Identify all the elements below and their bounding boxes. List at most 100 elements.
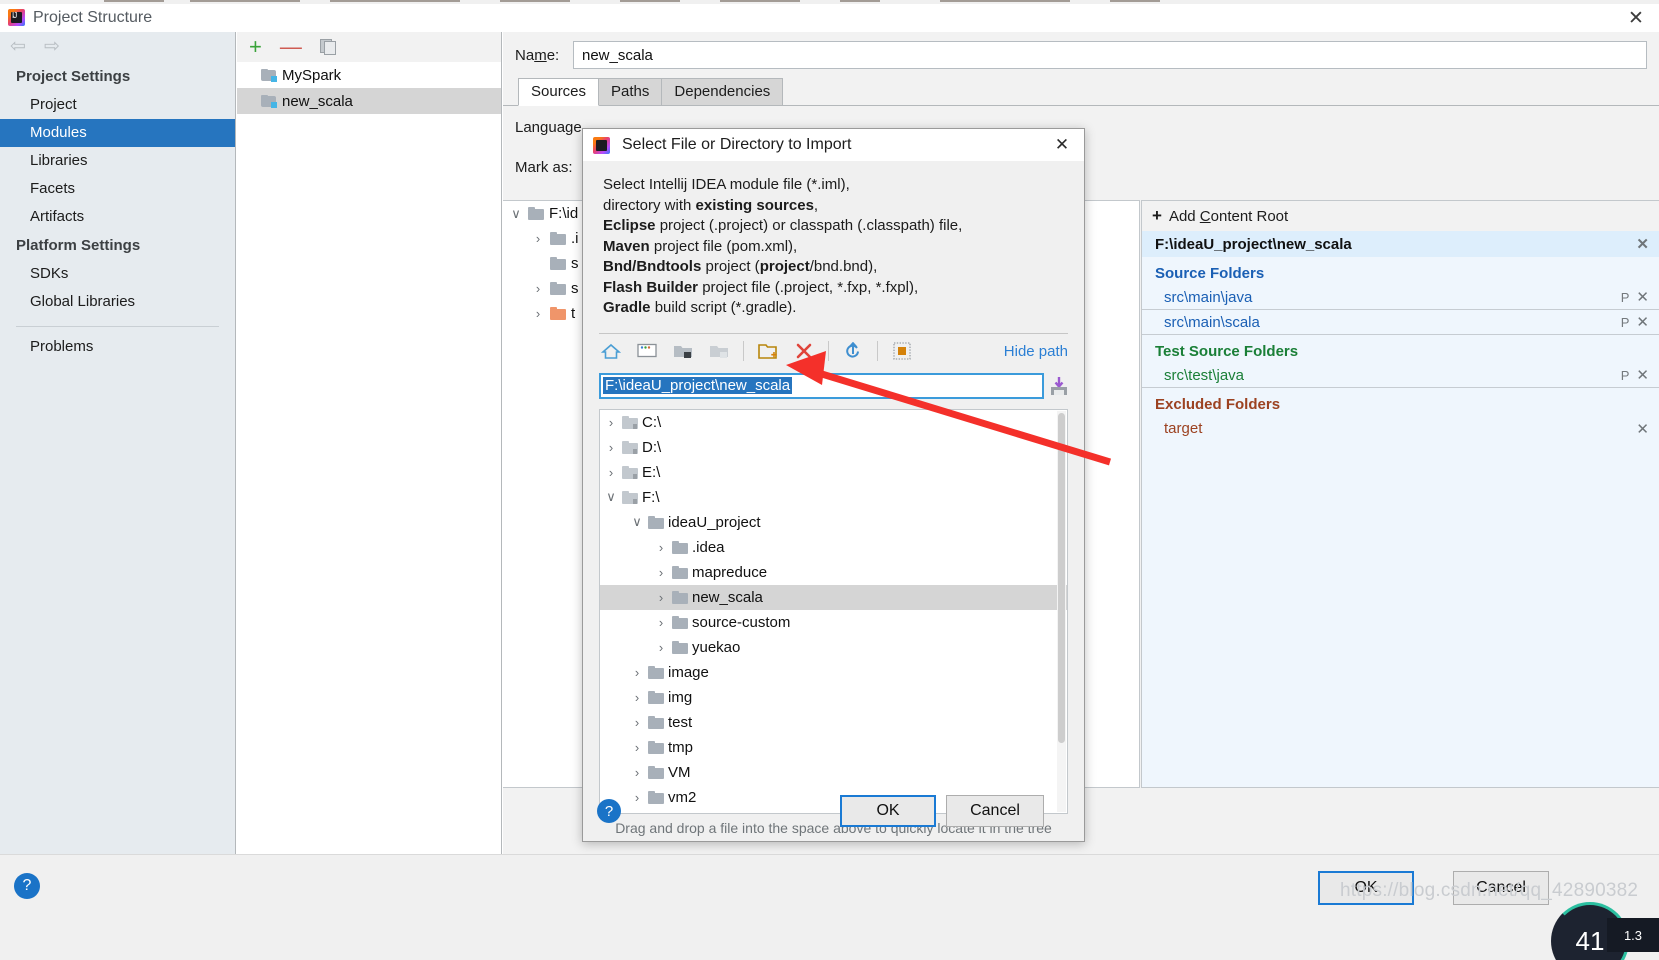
forward-arrow-icon[interactable]: ⇨: [44, 37, 64, 56]
module-list-item-new-scala[interactable]: new_scala: [237, 88, 501, 114]
tree-item-vm[interactable]: › VM: [600, 760, 1067, 785]
chevron-right-icon[interactable]: ›: [531, 281, 545, 296]
dialog-cancel-button[interactable]: Cancel: [946, 795, 1044, 827]
module-list-item-myspark[interactable]: MySpark: [237, 62, 501, 88]
chevron-down-icon[interactable]: ∨: [630, 514, 644, 530]
chevron-right-icon[interactable]: ›: [604, 465, 618, 480]
sidebar-item-problems[interactable]: Problems: [0, 333, 235, 361]
dialog-close-icon[interactable]: ✕: [1040, 129, 1084, 161]
remove-content-root-icon[interactable]: ✕: [1636, 235, 1659, 253]
module-dir-icon[interactable]: [707, 340, 731, 362]
chevron-right-icon[interactable]: ›: [654, 640, 668, 655]
chevron-right-icon[interactable]: ›: [630, 765, 644, 780]
chevron-right-icon[interactable]: ›: [531, 231, 545, 246]
chevron-right-icon[interactable]: ›: [654, 590, 668, 605]
chevron-right-icon[interactable]: ›: [630, 690, 644, 705]
sidebar-item-project[interactable]: Project: [0, 91, 235, 119]
tree-item-label: C:\: [642, 413, 662, 431]
folder-icon: [648, 515, 664, 529]
tree-item-new-scala[interactable]: › new_scala: [600, 584, 1067, 610]
path-input[interactable]: F:\ideaU_project\new_scala: [599, 372, 1044, 399]
tree-item-c-drive[interactable]: › C:\: [600, 410, 1067, 435]
help-icon[interactable]: ?: [14, 873, 40, 899]
tab-paths[interactable]: Paths: [598, 78, 663, 105]
home-icon[interactable]: [599, 340, 623, 362]
remove-source-folder-icon[interactable]: ✕: [1636, 288, 1649, 306]
back-arrow-icon[interactable]: ⇦: [10, 37, 30, 56]
scrollbar-thumb[interactable]: [1058, 412, 1065, 743]
project-dir-icon[interactable]: [671, 340, 695, 362]
file-tree-scrollbar[interactable]: [1057, 410, 1066, 812]
tab-sources[interactable]: Sources: [518, 78, 600, 106]
sidebar-item-libraries[interactable]: Libraries: [0, 147, 235, 175]
desc-line: Gradle build script (*.gradle).: [603, 299, 797, 316]
file-tree[interactable]: › C:\ › D:\ › E:\ ∨ F:\ ∨ ideaU_project …: [599, 408, 1068, 814]
source-folder-entry[interactable]: src\main\java P ✕: [1142, 285, 1659, 310]
tree-item-image[interactable]: › image: [600, 660, 1067, 685]
package-prefix-icon[interactable]: P: [1621, 368, 1630, 383]
chevron-right-icon[interactable]: ›: [604, 415, 618, 430]
tree-item-mapreduce[interactable]: › mapreduce: [600, 560, 1067, 585]
remove-source-folder-icon[interactable]: ✕: [1636, 313, 1649, 331]
tree-item-img[interactable]: › img: [600, 685, 1067, 710]
chevron-right-icon[interactable]: ›: [630, 740, 644, 755]
folder-icon: [672, 565, 688, 579]
tree-item-label: yuekao: [692, 638, 741, 656]
new-folder-icon[interactable]: [756, 340, 780, 362]
refresh-icon[interactable]: [841, 340, 865, 362]
chevron-right-icon[interactable]: ›: [654, 540, 668, 555]
folder-icon: [648, 665, 664, 679]
sidebar-item-facets[interactable]: Facets: [0, 175, 235, 203]
hide-path-link[interactable]: Hide path: [1004, 343, 1068, 360]
show-hidden-files-icon[interactable]: [890, 340, 914, 362]
add-module-button[interactable]: +: [249, 36, 262, 58]
package-prefix-icon[interactable]: P: [1621, 315, 1630, 330]
sidebar-item-sdks[interactable]: SDKs: [0, 260, 235, 288]
tab-dependencies[interactable]: Dependencies: [661, 78, 784, 105]
content-root-path-row[interactable]: F:\ideaU_project\new_scala ✕: [1142, 231, 1659, 257]
tree-item-e-drive[interactable]: › E:\: [600, 460, 1067, 485]
tree-item-yuekao[interactable]: › yuekao: [600, 635, 1067, 660]
excluded-folder-entry[interactable]: target ✕: [1142, 416, 1659, 441]
chevron-right-icon[interactable]: ›: [531, 306, 545, 321]
tree-item-d-drive[interactable]: › D:\: [600, 435, 1067, 460]
sidebar-item-modules[interactable]: Modules: [0, 119, 235, 147]
package-prefix-icon[interactable]: P: [1621, 290, 1630, 305]
module-name-input[interactable]: new_scala: [573, 41, 1647, 69]
tree-item-source-custom[interactable]: › source-custom: [600, 610, 1067, 635]
test-source-folder-entry[interactable]: src\test\java P ✕: [1142, 363, 1659, 388]
tree-item-test[interactable]: › test: [600, 710, 1067, 735]
chevron-down-icon[interactable]: ∨: [604, 489, 618, 505]
chevron-right-icon[interactable]: ›: [630, 715, 644, 730]
sidebar-item-global-libraries[interactable]: Global Libraries: [0, 288, 235, 316]
dialog-toolbar: Hide path: [599, 332, 1068, 369]
chevron-right-icon[interactable]: ›: [604, 440, 618, 455]
tree-item-tmp[interactable]: › tmp: [600, 735, 1067, 760]
sidebar-item-artifacts[interactable]: Artifacts: [0, 203, 235, 231]
remove-test-source-folder-icon[interactable]: ✕: [1636, 366, 1649, 384]
add-content-root-button[interactable]: + Add Content Root: [1142, 201, 1659, 231]
tree-item-label: image: [668, 663, 709, 681]
folder-icon: [672, 540, 688, 554]
folder-icon: [648, 715, 664, 729]
tree-item-label: VM: [668, 763, 691, 781]
source-folder-entry[interactable]: src\main\scala P ✕: [1142, 310, 1659, 335]
close-icon[interactable]: ✕: [1613, 4, 1659, 32]
dialog-help-icon[interactable]: ?: [597, 799, 621, 823]
tree-item-idea[interactable]: › .idea: [600, 535, 1067, 560]
tree-item-f-drive[interactable]: ∨ F:\: [600, 485, 1067, 510]
window-title: Project Structure: [33, 8, 153, 26]
chevron-right-icon[interactable]: ›: [654, 615, 668, 630]
delete-icon[interactable]: [792, 340, 816, 362]
chevron-right-icon[interactable]: ›: [630, 665, 644, 680]
chevron-down-icon[interactable]: ∨: [509, 206, 523, 222]
remove-excluded-folder-icon[interactable]: ✕: [1636, 420, 1649, 438]
copy-module-icon[interactable]: [319, 38, 336, 56]
chevron-right-icon[interactable]: ›: [654, 565, 668, 580]
remove-module-button[interactable]: —: [280, 36, 302, 58]
desktop-icon[interactable]: [635, 340, 659, 362]
dialog-ok-button[interactable]: OK: [840, 795, 936, 827]
tree-item-ideau-project[interactable]: ∨ ideaU_project: [600, 510, 1067, 535]
desc-line: Maven project file (pom.xml),: [603, 237, 798, 255]
save-path-icon[interactable]: [1050, 376, 1068, 396]
